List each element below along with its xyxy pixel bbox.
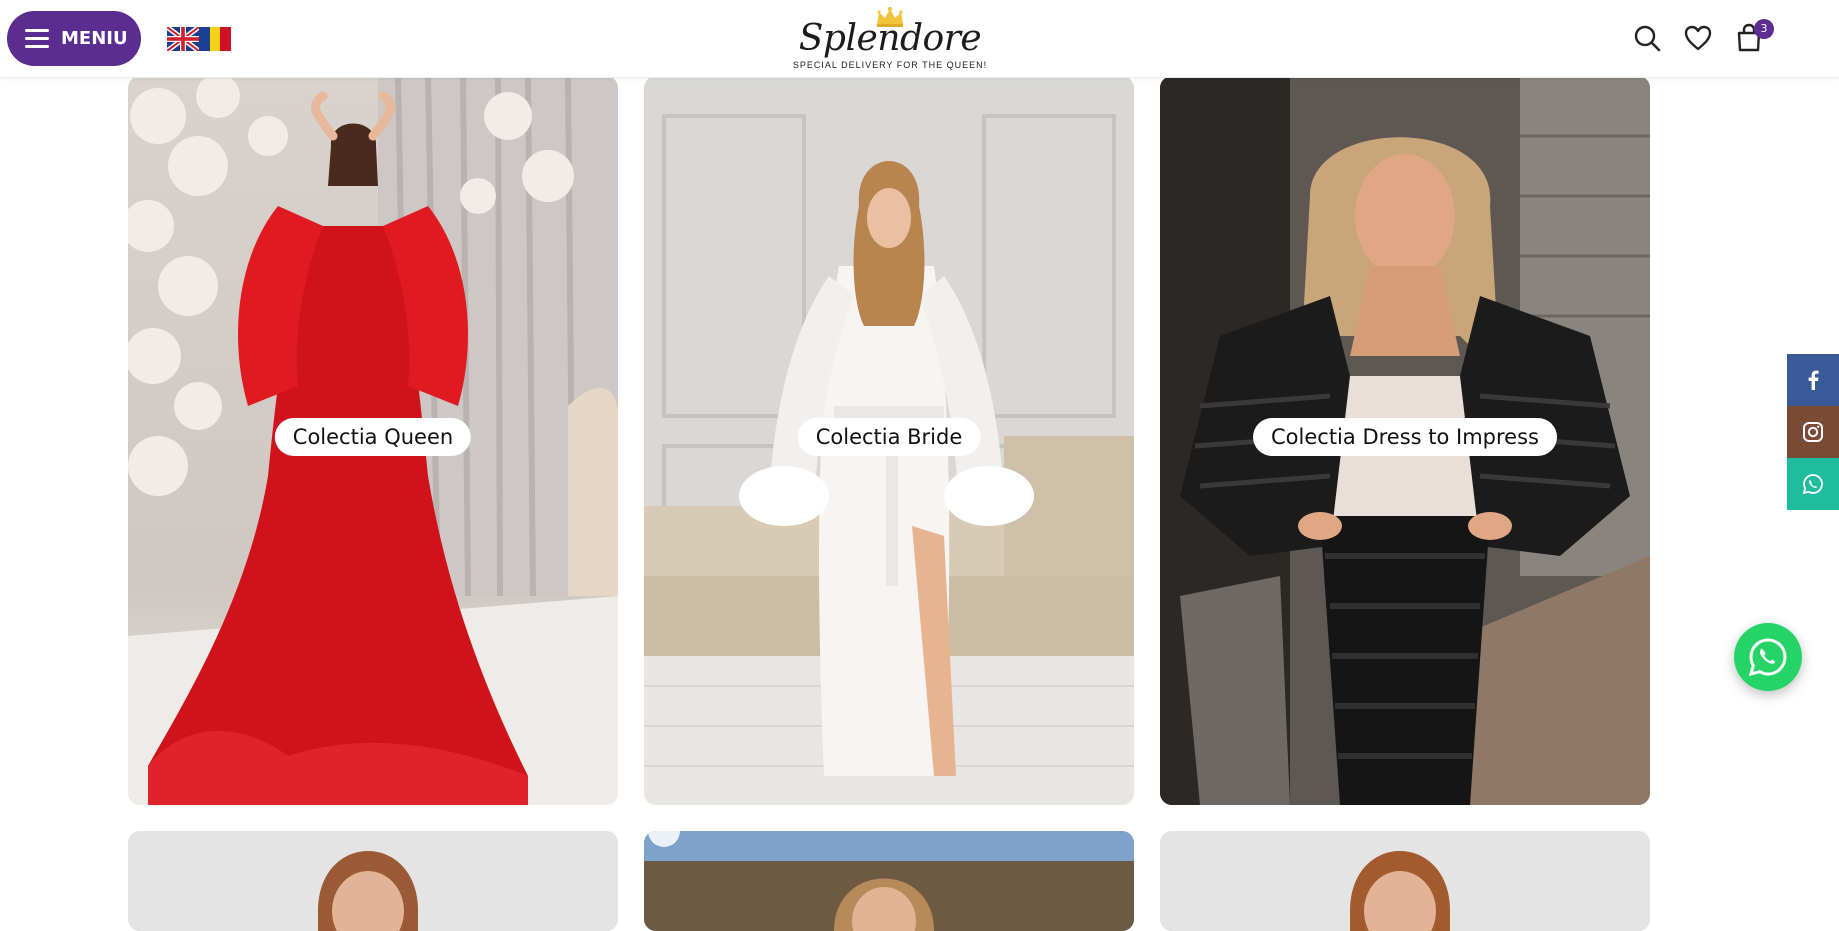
collection-image (644, 831, 1134, 931)
cart-count-badge: 3 (1754, 19, 1774, 39)
uk-flag-icon[interactable] (167, 27, 199, 51)
menu-button-label: MENIU (61, 28, 128, 49)
heart-icon[interactable] (1682, 22, 1714, 54)
site-header: MENIU Splendore SPECIAL DELIVERY FOR THE… (0, 0, 1839, 78)
collection-label: Colectia Queen (274, 418, 472, 456)
whatsapp-link[interactable] (1787, 458, 1839, 510)
collection-card[interactable] (644, 831, 1134, 931)
collection-card[interactable] (128, 831, 618, 931)
whatsapp-icon (1802, 474, 1823, 495)
collection-label: Colectia Bride (797, 418, 981, 456)
site-logo[interactable]: Splendore SPECIAL DELIVERY FOR THE QUEEN… (790, 4, 990, 74)
collection-image (128, 831, 618, 931)
logo-tagline: SPECIAL DELIVERY FOR THE QUEEN! (792, 60, 988, 70)
collection-label: Colectia Dress to Impress (1253, 418, 1557, 456)
menu-button[interactable]: MENIU (7, 11, 141, 66)
hamburger-icon (25, 29, 49, 48)
instagram-link[interactable] (1787, 406, 1839, 458)
collection-card-dress-to-impress[interactable]: Colectia Dress to Impress (1160, 76, 1650, 805)
whatsapp-chat-button[interactable] (1734, 623, 1802, 691)
ro-flag-icon[interactable] (199, 27, 231, 51)
facebook-link[interactable] (1787, 354, 1839, 406)
collection-card-queen[interactable]: Colectia Queen (128, 76, 618, 805)
whatsapp-icon (1748, 638, 1787, 677)
instagram-icon (1803, 422, 1823, 442)
logo-text: Splendore (798, 18, 982, 59)
search-icon[interactable] (1631, 22, 1663, 54)
collection-card-bride[interactable]: Colectia Bride (644, 76, 1134, 805)
collection-card[interactable] (1160, 831, 1650, 931)
collection-image (1160, 831, 1650, 931)
facebook-icon (1808, 370, 1819, 390)
